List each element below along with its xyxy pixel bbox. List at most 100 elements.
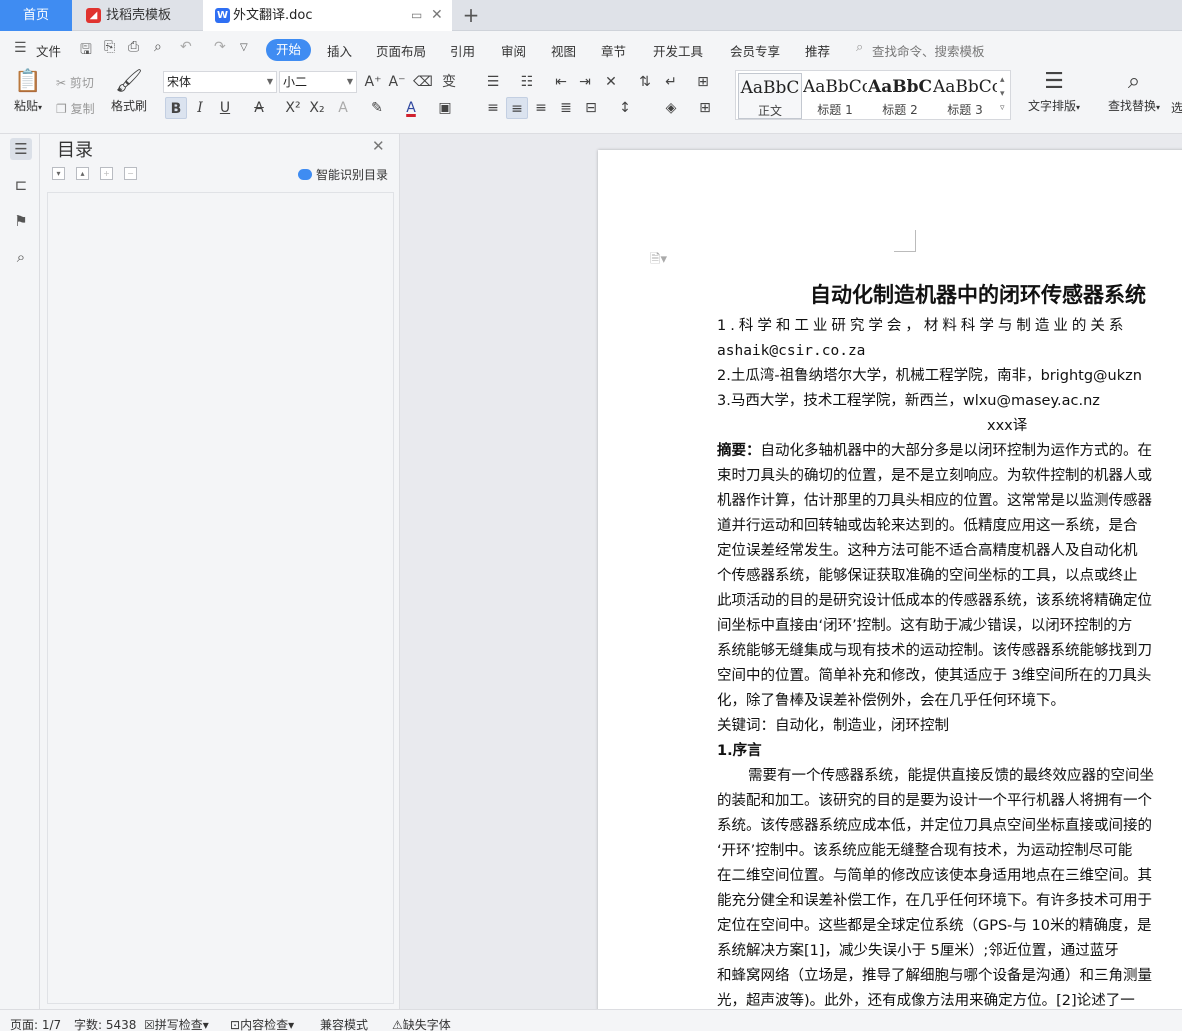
- print-preview-icon[interactable]: ⌕: [154, 39, 162, 55]
- cut-button[interactable]: ✂ 剪切: [56, 74, 94, 91]
- tab-document-label: 外文翻译.doc: [233, 8, 313, 23]
- decrease-indent-icon[interactable]: ⇤: [550, 71, 572, 93]
- select-button[interactable]: 选: [1170, 99, 1182, 116]
- font-size-select[interactable]: 小二 ▼: [279, 71, 357, 93]
- menu-file[interactable]: 文件: [36, 41, 61, 60]
- font-color-icon[interactable]: A: [400, 97, 422, 119]
- content-check-button[interactable]: ⊡内容检查▾: [230, 1016, 294, 1031]
- shading-icon[interactable]: ◈: [660, 97, 682, 119]
- numbered-list-icon[interactable]: ☷: [516, 71, 538, 93]
- section-heading: 1.序言: [717, 743, 762, 759]
- menu-chapter[interactable]: 章节: [601, 41, 626, 60]
- justify-icon[interactable]: ≣: [555, 97, 577, 119]
- menu-recommend[interactable]: 推荐: [805, 41, 830, 60]
- intro-line: 的装配和加工。该研究的目的是要为设计一个平行机器人将拥有一个: [717, 793, 1152, 809]
- tab-daoke-templates[interactable]: ◢ 找稻壳模板: [74, 0, 202, 31]
- tab-document[interactable]: W 外文翻译.doc ▭ ✕: [203, 0, 452, 31]
- align-left-icon[interactable]: ≡: [482, 97, 504, 119]
- menu-home-tab[interactable]: 开始: [266, 39, 311, 61]
- command-search-input[interactable]: 查找命令、搜索模板: [872, 41, 985, 60]
- expand-all-icon[interactable]: ▾: [52, 167, 65, 180]
- copy-icon: ❐: [56, 102, 67, 116]
- shrink-font-icon[interactable]: A⁻: [386, 71, 408, 93]
- style-heading-1[interactable]: AaBbCc 标题 1: [803, 73, 867, 119]
- save-icon[interactable]: 🖫: [80, 39, 92, 63]
- char-border-icon[interactable]: ▣: [434, 97, 456, 119]
- menu-member[interactable]: 会员专享: [730, 41, 780, 60]
- spell-check-button[interactable]: ☒拼写检查▾: [144, 1016, 209, 1031]
- margin-corner-mark: [894, 230, 916, 252]
- search-icon[interactable]: ⌕: [10, 246, 32, 268]
- style-name: 标题 3: [947, 103, 983, 117]
- font-name-select[interactable]: 宋体 ▼: [163, 71, 277, 93]
- intro-line: ‘开环’控制中。该系统应能无缝整合现有技术，为运动控制尽可能: [717, 843, 1133, 859]
- highlight-icon[interactable]: ✎: [366, 97, 388, 119]
- borders-icon[interactable]: ⊞: [694, 97, 716, 119]
- hamburger-icon[interactable]: ☰: [14, 40, 27, 56]
- text-effect-icon[interactable]: A: [332, 97, 354, 119]
- affiliation-3: 3.马西大学，技术工程学院，新西兰，wlxu@masey.ac.nz: [717, 393, 1100, 409]
- tab-home[interactable]: 首页: [0, 0, 72, 31]
- align-right-icon[interactable]: ≡: [530, 97, 552, 119]
- menu-developer[interactable]: 开发工具: [653, 41, 703, 60]
- bold-icon[interactable]: B: [165, 97, 187, 119]
- distributed-icon[interactable]: ⊟: [580, 97, 602, 119]
- chinese-layout-icon[interactable]: ✕: [600, 71, 622, 93]
- find-replace-button[interactable]: ⌕ 查找替换▾: [1104, 69, 1164, 114]
- style-heading-2[interactable]: AaBbCc 标题 2: [868, 73, 932, 119]
- toc-icon[interactable]: ☰: [10, 138, 32, 160]
- redo-icon[interactable]: ↷: [214, 39, 226, 55]
- superscript-icon[interactable]: X²: [282, 97, 304, 119]
- menu-review[interactable]: 审阅: [501, 41, 526, 60]
- grow-font-icon[interactable]: A⁺: [362, 71, 384, 93]
- toc-list[interactable]: [47, 192, 394, 1004]
- bullet-list-icon[interactable]: ☰: [482, 71, 504, 93]
- format-painter-button[interactable]: 🖌 格式刷: [106, 69, 152, 114]
- export-pdf-icon[interactable]: ⎘: [104, 39, 115, 55]
- add-heading-icon[interactable]: +: [100, 167, 113, 180]
- clear-format-icon[interactable]: ⌫: [412, 71, 434, 93]
- smart-toc-button[interactable]: 智能识别目录: [298, 166, 388, 183]
- underline-icon[interactable]: U: [214, 97, 236, 119]
- styles-scroll-icon[interactable]: ▴ ▾ ▿: [1000, 73, 1005, 115]
- text-layout-button[interactable]: ☰ 文字排版▾: [1024, 69, 1084, 114]
- print-icon[interactable]: ⎙: [128, 39, 139, 55]
- bookmark-icon[interactable]: ⚑: [10, 210, 32, 232]
- select-label: 选: [1170, 101, 1182, 115]
- line-spacing-icon[interactable]: ↕: [614, 97, 636, 119]
- subscript-icon[interactable]: X₂: [306, 97, 328, 119]
- chapter-nav-icon[interactable]: ⊏: [10, 174, 32, 196]
- float-window-icon[interactable]: ▭: [411, 0, 422, 31]
- page-indicator[interactable]: 页面: 1/7: [10, 1016, 61, 1031]
- show-marks-icon[interactable]: ↵: [660, 71, 682, 93]
- style-heading-3[interactable]: AaBbCcI 标题 3: [933, 73, 997, 119]
- menu-page-layout[interactable]: 页面布局: [376, 41, 426, 60]
- tab-stops-icon[interactable]: ⊞: [692, 71, 714, 93]
- align-center-icon[interactable]: ≡: [506, 97, 528, 119]
- new-tab-plus-icon[interactable]: +: [460, 2, 482, 28]
- paragraph-options-icon[interactable]: 🗎▾: [650, 250, 667, 272]
- document-workspace[interactable]: 🗎▾ 自动化制造机器中的闭环传感器系统 1.科学和工业研究学会，材料科学与制造业…: [400, 134, 1182, 1009]
- sort-icon[interactable]: ⇅: [634, 71, 656, 93]
- menu-view[interactable]: 视图: [551, 41, 576, 60]
- increase-indent-icon[interactable]: ⇥: [574, 71, 596, 93]
- remove-heading-icon[interactable]: −: [124, 167, 137, 180]
- nav-strip: ☰ ⊏ ⚑ ⌕: [0, 134, 40, 1009]
- collapse-all-icon[interactable]: ▴: [76, 167, 89, 180]
- style-normal[interactable]: AaBbC 正文: [738, 73, 802, 119]
- word-count[interactable]: 字数: 5438: [74, 1016, 136, 1031]
- intro-line: 和蜂窝网络（立场是，推导了解细胞与哪个设备是沟通）和三角测量: [717, 968, 1152, 984]
- paste-button[interactable]: 📋 粘贴▾: [8, 69, 48, 114]
- quick-access-dropdown-icon[interactable]: ▽: [240, 42, 248, 53]
- missing-font-button[interactable]: ⚠缺失字体: [392, 1016, 451, 1031]
- phonetic-guide-icon[interactable]: 变: [438, 71, 460, 93]
- close-tab-icon[interactable]: ✕: [431, 0, 443, 31]
- copy-button[interactable]: ❐ 复制: [56, 100, 95, 117]
- close-icon[interactable]: ✕: [372, 137, 385, 155]
- undo-icon[interactable]: ↶: [180, 39, 192, 55]
- copy-label: 复制: [70, 102, 95, 116]
- italic-icon[interactable]: I: [189, 97, 211, 119]
- strikethrough-icon[interactable]: A: [248, 97, 270, 119]
- menu-insert[interactable]: 插入: [327, 41, 352, 60]
- menu-references[interactable]: 引用: [450, 41, 475, 60]
